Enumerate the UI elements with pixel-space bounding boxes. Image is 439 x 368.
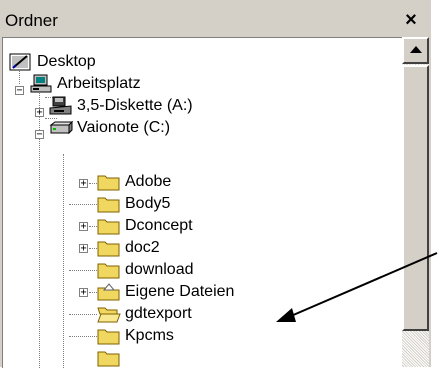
scroll-up-button[interactable] — [402, 37, 429, 64]
tree-line — [69, 336, 97, 337]
tree-item-folder[interactable]: Body5 — [97, 193, 170, 215]
tree-item-label: Body5 — [125, 195, 171, 212]
expand-toggle[interactable]: + — [79, 288, 88, 298]
tree-line — [89, 183, 97, 184]
tree-line — [69, 204, 97, 205]
expand-toggle[interactable]: + — [79, 222, 88, 232]
tree-item-label: download — [125, 261, 194, 278]
tree-item-folder[interactable]: Kpcms — [97, 325, 174, 347]
scroll-thumb[interactable] — [402, 65, 429, 331]
tree-line — [89, 292, 97, 293]
folder-icon — [97, 175, 120, 191]
folder-icon — [97, 219, 120, 235]
tree-item-label: Arbeitsplatz — [57, 75, 141, 92]
pane-title: Ordner — [5, 11, 58, 30]
tree-item-desktop[interactable]: Desktop — [9, 51, 96, 73]
floppy-drive-icon — [49, 96, 72, 115]
pane-header: Ordner × — [2, 9, 425, 33]
tree-line — [89, 226, 97, 227]
folder-icon — [97, 263, 120, 279]
tree-item-folder-partial — [97, 347, 125, 368]
vertical-scrollbar[interactable] — [402, 37, 429, 367]
collapse-toggle[interactable]: − — [15, 86, 24, 96]
folder-icon — [97, 351, 120, 367]
hard-drive-icon — [49, 120, 73, 135]
expand-toggle[interactable]: + — [35, 108, 44, 118]
special-folder-icon — [97, 283, 120, 301]
tree-item-folder[interactable]: doc2 — [97, 237, 160, 259]
folder-icon — [97, 329, 120, 345]
tree-item-folder[interactable]: Dconcept — [97, 215, 193, 237]
tree-item-label: Dconcept — [125, 217, 193, 234]
tree-line — [89, 248, 97, 249]
tree-item-label: doc2 — [125, 239, 160, 256]
folder-tree: Desktop − Arbeitsplatz + 3,5-Diskette (A… — [2, 37, 402, 368]
tree-line — [69, 314, 97, 315]
tree-item-label: Vaionote (C:) — [77, 119, 171, 136]
tree-item-folder[interactable]: download — [97, 259, 194, 281]
tree-item-label: Kpcms — [125, 327, 174, 344]
tree-item-label: Eigene Dateien — [125, 283, 235, 300]
tree-item-floppy[interactable]: 3,5-Diskette (A:) — [49, 95, 193, 117]
desktop-icon — [9, 53, 31, 71]
tree-item-drive-c[interactable]: Vaionote (C:) — [49, 117, 170, 139]
tree-item-label: Desktop — [37, 53, 96, 70]
tree-item-folder[interactable]: Adobe — [97, 171, 171, 193]
tree-item-label: 3,5-Diskette (A:) — [77, 97, 193, 114]
expand-toggle[interactable]: + — [79, 179, 88, 189]
expand-toggle[interactable]: + — [79, 244, 88, 254]
tree-item-folder[interactable]: gdtexport — [97, 303, 192, 325]
tree-line — [69, 270, 97, 271]
tree-line — [63, 154, 64, 368]
folder-icon — [97, 197, 120, 213]
folder-pane: Ordner × Desktop − Arbeitsplatz + 3,5-Di… — [0, 0, 431, 368]
tree-item-folder[interactable]: Eigene Dateien — [97, 281, 234, 303]
tree-item-arbeitsplatz[interactable]: Arbeitsplatz — [29, 73, 141, 95]
collapse-toggle[interactable]: − — [35, 130, 44, 140]
open-folder-icon — [97, 307, 121, 323]
close-button[interactable]: × — [401, 10, 421, 30]
folder-icon — [97, 241, 120, 257]
computer-icon — [30, 74, 52, 93]
tree-item-label: gdtexport — [125, 305, 192, 322]
tree-item-label: Adobe — [125, 173, 172, 190]
